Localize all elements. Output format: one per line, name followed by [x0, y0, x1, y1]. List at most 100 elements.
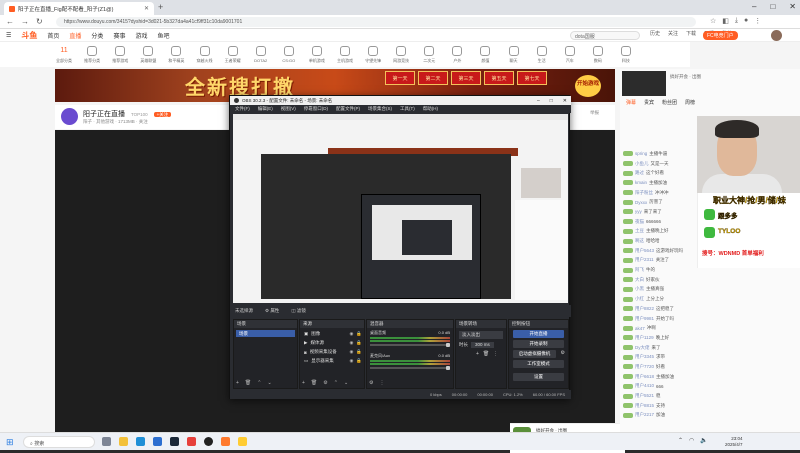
- taskview-icon[interactable]: [102, 437, 111, 446]
- lock-icon[interactable]: 🔒: [356, 331, 362, 337]
- chat-nickname[interactable]: kmain: [635, 180, 647, 185]
- tab-fans[interactable]: 粉丝团: [662, 99, 677, 109]
- category-item[interactable]: 网游竞技: [387, 45, 415, 64]
- virtual-camera-gear-icon[interactable]: ⚙: [561, 350, 565, 356]
- move-up-icon[interactable]: ⌃: [334, 380, 338, 386]
- add-icon[interactable]: +: [476, 351, 479, 357]
- menu-icon[interactable]: ⋮: [754, 17, 761, 25]
- category-item[interactable]: 户外: [443, 45, 471, 64]
- tab-vip[interactable]: 贵宾: [644, 99, 654, 109]
- chat-nickname[interactable]: 小黑: [635, 286, 644, 292]
- eye-icon[interactable]: ◉: [349, 331, 353, 337]
- add-icon[interactable]: +: [236, 380, 239, 386]
- taskbar-search[interactable]: ⌕ 搜索: [23, 436, 95, 448]
- eye-icon[interactable]: ◉: [349, 349, 353, 355]
- source-item[interactable]: ▣ 图像 ◉ 🔒: [302, 330, 362, 338]
- maximize-icon[interactable]: □: [770, 2, 775, 11]
- chat-nickname[interactable]: 用户5521: [635, 393, 654, 399]
- menu-profile[interactable]: 配置文件(P): [336, 106, 360, 112]
- user-avatar[interactable]: [771, 30, 782, 41]
- chat-nickname[interactable]: 用户8822: [635, 306, 654, 312]
- chat-nickname[interactable]: Dy大佬: [635, 345, 650, 351]
- chat-nickname[interactable]: 用户6618: [635, 374, 654, 380]
- chat-nickname[interactable]: 用户2311: [635, 257, 654, 263]
- category-item[interactable]: 数码: [584, 45, 612, 64]
- add-icon[interactable]: +: [302, 380, 305, 386]
- streamer-avatar[interactable]: [61, 108, 78, 125]
- studio-mode-button[interactable]: 工作室模式: [513, 360, 564, 368]
- category-item[interactable]: 王者荣耀: [219, 45, 247, 64]
- fc-portal-button[interactable]: FC电竞门户: [703, 31, 738, 40]
- menu-edit[interactable]: 编辑(E): [258, 106, 273, 112]
- category-item[interactable]: 推荐游戏: [106, 45, 134, 64]
- more-icon[interactable]: ⋮: [379, 380, 384, 386]
- obs-preview[interactable]: [233, 114, 568, 303]
- chat-nickname[interactable]: 大白: [635, 277, 644, 283]
- forward-icon[interactable]: →: [21, 17, 29, 26]
- chat-nickname[interactable]: 阿飞: [635, 267, 644, 273]
- chat-nickname[interactable]: spring: [635, 151, 647, 156]
- chat-nickname[interactable]: 用户9981: [635, 316, 654, 322]
- menu-file[interactable]: 文件(F): [235, 106, 250, 112]
- chat-nickname[interactable]: yyy: [635, 209, 642, 214]
- virtual-camera-button[interactable]: 启动虚拟摄像机: [513, 350, 556, 358]
- chevron-up-icon[interactable]: ⌃: [678, 437, 683, 444]
- lock-icon[interactable]: 🔒: [356, 340, 362, 346]
- chat-nickname[interactable]: 用户8815: [635, 403, 654, 409]
- nav-live[interactable]: 直播: [69, 31, 81, 40]
- duration-input[interactable]: 300 ms: [471, 342, 494, 348]
- move-up-icon[interactable]: ⌃: [257, 380, 261, 386]
- banner-start-button[interactable]: 开始游戏: [575, 75, 601, 97]
- profile-icon[interactable]: ●: [744, 17, 748, 25]
- chat-nickname[interactable]: 用户4410: [635, 383, 654, 389]
- bookmark-icon[interactable]: ☆: [710, 17, 716, 25]
- menu-help[interactable]: 帮助(H): [423, 106, 438, 112]
- lock-icon[interactable]: 🔒: [356, 349, 362, 355]
- properties-button[interactable]: ⚙ 属性: [265, 308, 279, 314]
- filters-button[interactable]: ◫ 滤镜: [291, 308, 306, 314]
- category-item[interactable]: 生活: [528, 45, 556, 64]
- chat-nickname[interactable]: 用户3345: [635, 354, 654, 360]
- chat-nickname[interactable]: ak47: [635, 326, 645, 331]
- category-item[interactable]: 科技: [612, 45, 640, 64]
- gear-icon[interactable]: ⚙: [369, 380, 373, 386]
- category-item[interactable]: 主机游戏: [331, 45, 359, 64]
- source-item[interactable]: ▭ 显示器采集 ◉ 🔒: [302, 357, 362, 365]
- history-link[interactable]: 历史: [650, 30, 660, 37]
- menu-docks[interactable]: 停靠窗口(D): [304, 106, 328, 112]
- eye-icon[interactable]: ◉: [349, 358, 353, 364]
- extensions-icon[interactable]: ◧: [722, 17, 729, 25]
- chat-nickname[interactable]: 夜猫: [635, 219, 644, 225]
- nav-yuba[interactable]: 鱼吧: [157, 31, 169, 40]
- category-item[interactable]: CS:GO: [275, 46, 303, 63]
- settings-button[interactable]: 设置: [513, 373, 564, 381]
- volume-fader[interactable]: [370, 343, 450, 347]
- store-icon[interactable]: [153, 437, 162, 446]
- eye-icon[interactable]: ◉: [349, 340, 353, 346]
- category-item[interactable]: 单机游戏: [303, 45, 331, 64]
- remove-icon[interactable]: 🗑: [311, 380, 317, 386]
- chat-nickname[interactable]: 小鱼儿: [635, 161, 649, 167]
- category-item[interactable]: 守望先锋: [359, 45, 387, 64]
- menu-view[interactable]: 视图(V): [281, 106, 296, 112]
- gear-icon[interactable]: ⚙: [323, 380, 327, 386]
- category-item[interactable]: 颜值: [471, 45, 499, 64]
- start-streaming-button[interactable]: 开始直播: [513, 330, 564, 338]
- app-icon[interactable]: [238, 437, 247, 446]
- chrome-icon[interactable]: [187, 437, 196, 446]
- close-window-icon[interactable]: ✕: [789, 2, 796, 11]
- tab-danmu[interactable]: 弹幕: [626, 99, 636, 109]
- close-tab-icon[interactable]: ✕: [144, 5, 149, 12]
- site-logo[interactable]: 斗鱼: [21, 30, 37, 41]
- download-icon[interactable]: ⤓: [735, 17, 738, 25]
- chat-nickname[interactable]: 路过: [635, 170, 644, 176]
- reload-icon[interactable]: ↻: [36, 17, 43, 26]
- fader-knob[interactable]: [446, 343, 450, 347]
- maximize-icon[interactable]: □: [550, 98, 553, 104]
- back-icon[interactable]: ←: [6, 17, 14, 26]
- category-item[interactable]: 英雄联盟: [134, 45, 162, 64]
- address-bar[interactable]: https://www.douyu.com/3415?dyshid=3d021-…: [56, 17, 696, 27]
- browser-tab[interactable]: 阳子正在直播_Fig配不配看_阳子(Z1@) ✕: [4, 2, 154, 15]
- wifi-icon[interactable]: ◠: [689, 437, 694, 444]
- menu-icon[interactable]: ☰: [6, 32, 11, 39]
